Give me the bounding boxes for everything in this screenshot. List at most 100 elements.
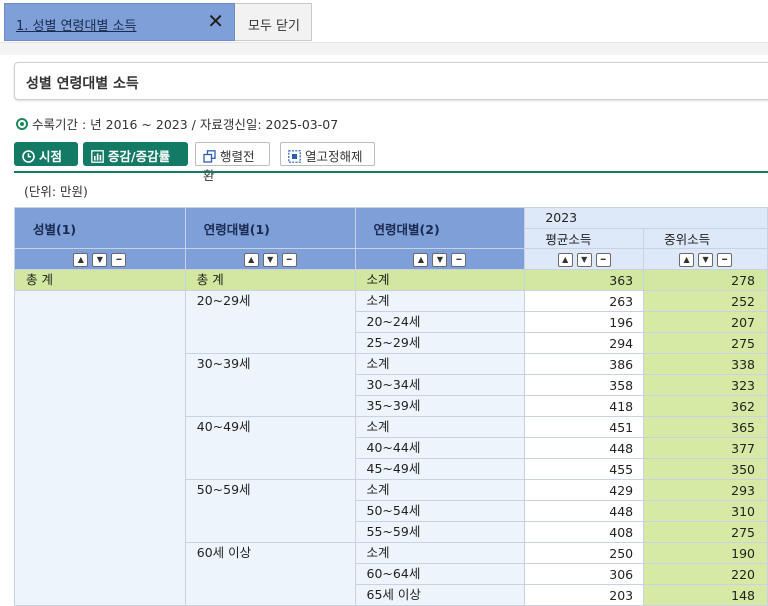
sort-up-icon[interactable]: ▲	[413, 252, 429, 267]
cell-median-income: 293	[643, 479, 768, 501]
tab-bar: 1. 성별 연령대별 소득 ✕ 모두 닫기	[0, 0, 768, 43]
cell-age2: 30~34세	[354, 374, 526, 396]
cell-median-income: 362	[643, 395, 768, 417]
sort-down-icon[interactable]: ▼	[432, 252, 448, 267]
time-button-label: 시점	[39, 149, 63, 164]
page-title: 성별 연령대별 소득	[26, 76, 139, 92]
cell-avg-income: 196	[524, 311, 645, 333]
cell-age2: 소계	[354, 479, 526, 501]
cell-age2: 25~29세	[354, 332, 526, 354]
cell-age2: 소계	[354, 269, 526, 291]
cell-gender-blank	[14, 290, 186, 606]
cell-median-income: 275	[643, 332, 768, 354]
header-age1: 연령대별(1)	[184, 207, 356, 249]
cell-avg-income: 294	[524, 332, 645, 354]
cell-avg-income: 418	[524, 395, 645, 417]
bar-chart-icon	[91, 150, 104, 163]
sort-up-icon[interactable]: ▲	[557, 252, 573, 267]
cell-age2: 소계	[354, 290, 526, 312]
table-row: 총 계 총 계 소계 363 278	[14, 269, 768, 291]
cell-avg-income: 408	[524, 521, 645, 543]
data-table: 성별(1) 연령대별(1) 연령대별(2) 2023 평균소득 중위소득 ▲ ▼ ━…	[14, 207, 768, 606]
collapse-icon[interactable]: ━	[595, 252, 611, 267]
tab-underline-strip	[0, 43, 768, 55]
sort-up-icon[interactable]: ▲	[679, 252, 695, 267]
cell-median-income: 207	[643, 311, 768, 333]
cell-age2: 35~39세	[354, 395, 526, 417]
cell-avg-income: 363	[524, 269, 645, 291]
sort-controls-median: ▲ ▼ ━	[643, 248, 768, 270]
cell-median-income: 220	[643, 563, 768, 585]
close-icon[interactable]: ✕	[207, 11, 224, 31]
change-button[interactable]: 증감/증감률	[83, 142, 188, 166]
transpose-icon	[203, 150, 216, 163]
cell-age2: 소계	[354, 542, 526, 564]
sort-down-icon[interactable]: ▼	[698, 252, 714, 267]
header-year: 2023	[524, 207, 768, 229]
cell-age1: 50~59세	[184, 479, 356, 543]
change-button-label: 증감/증감률	[108, 149, 171, 164]
cell-avg-income: 203	[524, 584, 645, 606]
collapse-icon[interactable]: ━	[281, 252, 297, 267]
cell-median-income: 310	[643, 500, 768, 522]
collapse-icon[interactable]: ━	[451, 252, 467, 267]
cell-age2: 45~49세	[354, 458, 526, 480]
cell-avg-income: 250	[524, 542, 645, 564]
collapse-icon[interactable]: ━	[717, 252, 733, 267]
collapse-icon[interactable]: ━	[111, 252, 127, 267]
cell-age2: 소계	[354, 353, 526, 375]
cell-age1: 40~49세	[184, 416, 356, 480]
sort-controls-avg: ▲ ▼ ━	[524, 248, 645, 270]
target-icon	[16, 118, 28, 130]
period-text: 수록기간 : 년 2016 ~ 2023 / 자료갱신일: 2025-03-07	[32, 117, 339, 132]
cell-median-income: 323	[643, 374, 768, 396]
header-avg-income: 평균소득	[524, 227, 645, 249]
cell-median-income: 338	[643, 353, 768, 375]
transpose-button[interactable]: 행렬전환	[195, 142, 270, 183]
cell-age2: 40~44세	[354, 437, 526, 459]
tab-active[interactable]: 1. 성별 연령대별 소득 ✕	[4, 3, 235, 41]
cell-avg-income: 306	[524, 563, 645, 585]
cell-median-income: 377	[643, 437, 768, 459]
cell-age2: 50~54세	[354, 500, 526, 522]
cell-median-income: 252	[643, 290, 768, 312]
cell-age2: 55~59세	[354, 521, 526, 543]
cell-age1: 20~29세	[184, 290, 356, 354]
sort-down-icon[interactable]: ▼	[92, 252, 108, 267]
cell-age2: 60~64세	[354, 563, 526, 585]
divider	[14, 171, 768, 173]
cell-avg-income: 451	[524, 416, 645, 438]
cell-age1: 총 계	[184, 269, 356, 291]
cell-median-income: 350	[643, 458, 768, 480]
sort-up-icon[interactable]: ▲	[73, 252, 89, 267]
cell-median-income: 190	[643, 542, 768, 564]
header-median-income: 중위소득	[643, 227, 768, 249]
cell-median-income: 278	[643, 269, 768, 291]
cell-avg-income: 358	[524, 374, 645, 396]
page-title-box: 성별 연령대별 소득	[14, 62, 768, 100]
sort-controls-age2: ▲ ▼ ━	[354, 248, 526, 270]
unfix-button-label: 열고정해제	[305, 149, 363, 164]
cell-age2: 20~24세	[354, 311, 526, 333]
period-info: 수록기간 : 년 2016 ~ 2023 / 자료갱신일: 2025-03-07	[16, 114, 338, 133]
cell-avg-income: 448	[524, 500, 645, 522]
cell-gender: 총 계	[14, 269, 186, 291]
header-age2: 연령대별(2)	[354, 207, 526, 249]
clock-icon	[22, 150, 35, 163]
cell-age2: 65세 이상	[354, 584, 526, 606]
close-all-tab-button[interactable]: 모두 닫기	[235, 3, 312, 41]
time-button[interactable]: 시점	[14, 142, 78, 166]
sort-controls-age1: ▲ ▼ ━	[184, 248, 356, 270]
cell-median-income: 148	[643, 584, 768, 606]
cell-median-income: 365	[643, 416, 768, 438]
sort-up-icon[interactable]: ▲	[243, 252, 259, 267]
sort-down-icon[interactable]: ▼	[262, 252, 278, 267]
cell-age1: 60세 이상	[184, 542, 356, 606]
unfix-columns-button[interactable]: 열고정해제	[280, 142, 375, 166]
sort-down-icon[interactable]: ▼	[576, 252, 592, 267]
unit-label: (단위: 만원)	[24, 184, 88, 199]
cell-avg-income: 448	[524, 437, 645, 459]
cell-avg-income: 455	[524, 458, 645, 480]
cell-age1: 30~39세	[184, 353, 356, 417]
tab-active-label[interactable]: 1. 성별 연령대별 소득	[16, 15, 136, 34]
